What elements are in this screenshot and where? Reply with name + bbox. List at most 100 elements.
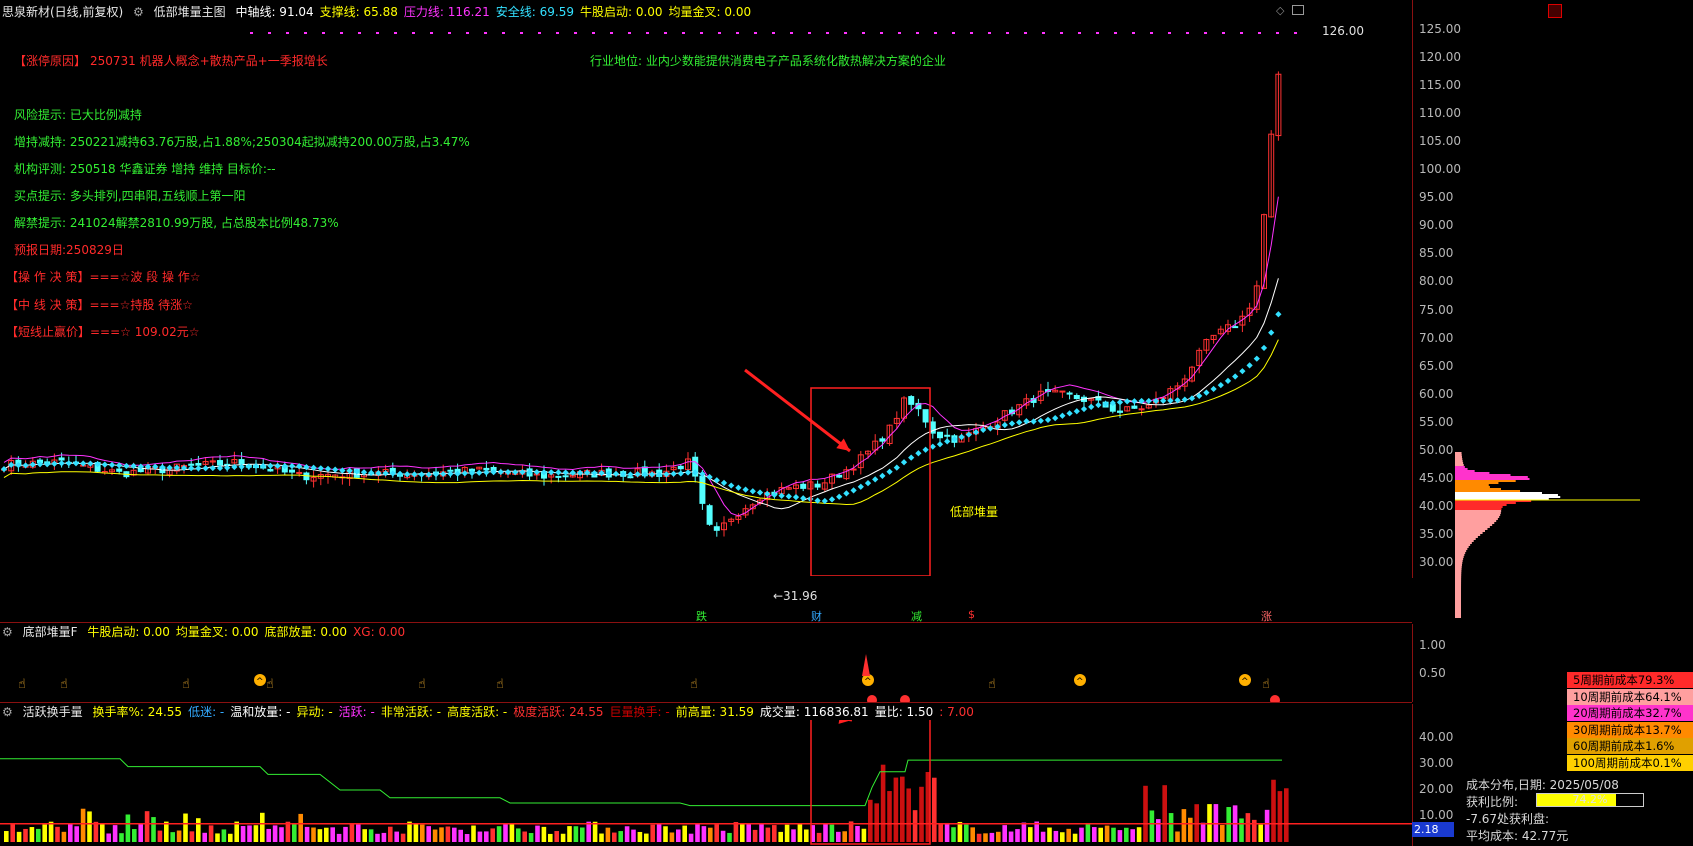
safety-line-dot <box>1232 373 1239 380</box>
main-header-value-0: 中轴线: 91.04 <box>235 5 314 19</box>
turnover-bar <box>1207 804 1212 842</box>
stock-title[interactable]: 思泉新材(日线,前复权) <box>2 5 123 19</box>
signal-dot <box>880 32 883 34</box>
candle-body <box>289 469 295 473</box>
cost-bar <box>1455 586 1462 588</box>
cost-bar <box>1455 462 1464 464</box>
turnover-bar <box>599 833 604 842</box>
up-chevron-icon: ^ <box>864 677 872 687</box>
safety-line-dot <box>1253 355 1260 362</box>
turnover-bar <box>247 825 252 842</box>
turnover-bar <box>330 827 335 842</box>
safety-line-dot <box>58 460 65 467</box>
candle-body <box>677 465 684 470</box>
cost-bar <box>1455 488 1501 490</box>
turnover-bar <box>42 824 47 842</box>
cost-legend-row: 5周期前成本79.3% <box>1567 672 1693 688</box>
settings-gear-icon[interactable]: ⚙ <box>2 705 13 719</box>
cost-bar <box>1455 600 1462 602</box>
safety-line-dot <box>735 484 742 491</box>
signal-dot <box>1114 32 1117 34</box>
hand-signal-icon: ☝ <box>266 677 274 692</box>
corner-close-icon[interactable] <box>1548 4 1562 18</box>
cost-bar <box>1455 540 1474 542</box>
indicator-name[interactable]: 低部堆量主图 <box>154 5 226 19</box>
cost-date: 成本分布,日期: 2025/05/08 <box>1466 778 1619 792</box>
signal-dot <box>1168 32 1171 34</box>
turnover-bar <box>752 829 758 842</box>
cost-bar <box>1455 494 1558 496</box>
safety-line-dot <box>101 461 108 468</box>
price-axis-tick: 125.00 <box>1419 22 1461 36</box>
sub2-axis-tick: 40.00 <box>1419 730 1454 744</box>
signal-dot <box>1186 32 1189 34</box>
turnover-bar <box>887 791 892 842</box>
sub1-header-value-3: XG: 0.00 <box>353 625 406 639</box>
candle-body <box>267 468 274 472</box>
turnover-bar <box>1271 779 1276 842</box>
turnover-bar <box>61 831 67 842</box>
cost-bar <box>1455 538 1476 540</box>
signal-dot <box>502 32 505 34</box>
turnover-bar <box>1034 821 1039 842</box>
main-header-value-1: 支撑线: 65.88 <box>319 5 398 19</box>
cost-bar <box>1455 526 1490 528</box>
turnover-bar <box>1072 833 1078 842</box>
signal-dot <box>790 32 793 34</box>
turnover-bar <box>906 788 911 842</box>
signal-dot <box>340 32 343 34</box>
turnover-bar <box>528 833 534 842</box>
settings-gear-icon[interactable]: ⚙ <box>2 625 13 639</box>
sub2-axis-tick: 10.00 <box>1419 808 1454 822</box>
turnover-bar <box>445 826 451 842</box>
safety-line-dot <box>1001 421 1008 429</box>
turnover-bar <box>458 829 463 842</box>
cost-bar <box>1455 472 1490 474</box>
safety-line-dot <box>1275 311 1282 318</box>
turnover-bar <box>976 833 982 842</box>
signal-dot <box>844 32 847 34</box>
bottom-volume-indicator[interactable]: ☝ ☝ ☝ ☝ ☝ ☝ ☝ ☝ ☝^ ^ ^ ^ <box>0 640 1412 702</box>
turnover-bar <box>989 832 995 842</box>
event-marker[interactable]: $ <box>968 608 975 621</box>
turnover-bar <box>477 831 483 842</box>
turnover-value-tag: 2.18 <box>1412 822 1454 837</box>
hand-signal-icon: ☝ <box>182 677 190 692</box>
settings-gear-icon[interactable]: ⚙ <box>133 5 144 19</box>
turnover-bar <box>816 832 822 842</box>
cost-bar <box>1455 578 1462 580</box>
turnover-bar <box>1136 827 1142 842</box>
turnover-bar <box>375 833 380 842</box>
pressure-line <box>3 196 1279 517</box>
signal-dot <box>322 32 325 34</box>
cost-bar <box>1455 454 1462 456</box>
turnover-bar <box>362 829 367 842</box>
cost-bar <box>1455 576 1462 578</box>
turnover-bar <box>874 803 879 842</box>
safety-line-dot <box>1008 420 1016 427</box>
sub2-indicator-name[interactable]: 活跃换手量 <box>23 705 83 719</box>
sub1-indicator-name[interactable]: 底部堆量F <box>23 625 78 639</box>
safety-line-dot <box>749 488 756 495</box>
turnover-bar <box>279 827 284 842</box>
signal-dot <box>286 32 289 34</box>
turnover-bar <box>650 824 655 842</box>
cost-distribution-chart[interactable] <box>1455 450 1693 620</box>
price-axis: 125.00 120.00 115.00 110.00 105.00 100.00 95.0… <box>1412 0 1461 578</box>
price-chart[interactable] <box>0 18 1412 576</box>
window-toggle-icon[interactable] <box>1292 5 1304 15</box>
signal-dot <box>1042 32 1045 34</box>
turnover-volume-chart[interactable] <box>0 720 1412 846</box>
cost-bar <box>1455 608 1462 610</box>
turnover-bar <box>119 833 124 842</box>
sub2-header-value-11: 量比: 1.50 <box>874 705 934 719</box>
candle-body <box>238 459 245 465</box>
diamond-icon[interactable]: ◇ <box>1276 4 1284 17</box>
turnover-bar <box>1079 827 1084 842</box>
sub2-axis-tick: 30.00 <box>1419 756 1454 770</box>
safety-line-dot <box>418 471 425 478</box>
safety-line-dot <box>836 493 843 500</box>
sub2-header-value-3: 异动: - <box>296 705 333 719</box>
price-axis-tick: 95.00 <box>1419 190 1454 205</box>
cost-bar <box>1455 610 1462 612</box>
